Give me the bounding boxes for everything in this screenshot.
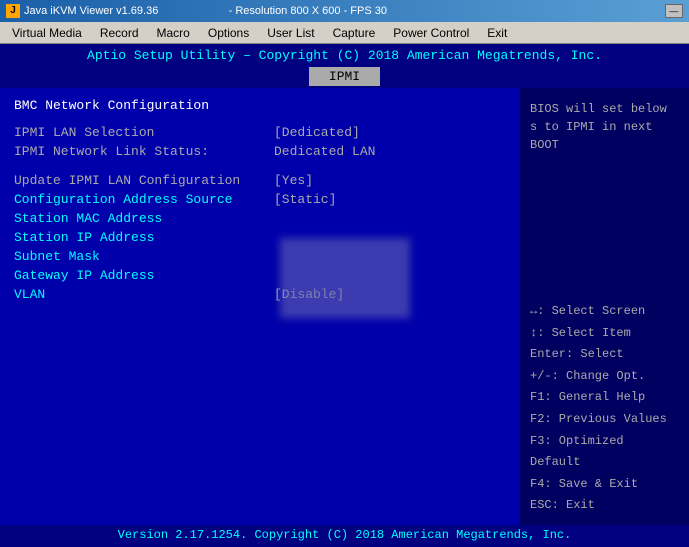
key-esc: ESC: Exit xyxy=(530,495,679,517)
key-f2: F2: Previous Values xyxy=(530,409,679,431)
row-network-link-status: IPMI Network Link Status: Dedicated LAN xyxy=(14,144,506,159)
key-help: ↔: Select Screen ↕: Select Item Enter: S… xyxy=(530,301,679,517)
bios-footer: Version 2.17.1254. Copyright (C) 2018 Am… xyxy=(0,525,689,547)
value-update-ipmi-lan: [Yes] xyxy=(274,173,313,188)
app-icon: J xyxy=(6,4,20,18)
label-ipmi-lan-selection: IPMI LAN Selection xyxy=(14,125,274,140)
label-config-address-source: Configuration Address Source xyxy=(14,192,274,207)
key-enter: Enter: Select xyxy=(530,344,679,366)
bios-content: BMC Network Configuration IPMI LAN Selec… xyxy=(0,88,689,525)
menu-user-list[interactable]: User List xyxy=(259,24,322,42)
row-vlan: VLAN [Disable] xyxy=(14,287,506,302)
key-f1: F1: General Help xyxy=(530,387,679,409)
menu-exit[interactable]: Exit xyxy=(479,24,515,42)
right-panel: BIOS will set below s to IPMI in next BO… xyxy=(520,88,689,525)
tab-ipmi[interactable]: IPMI xyxy=(309,67,380,86)
key-select-screen: ↔: Select Screen xyxy=(530,301,679,323)
label-station-mac: Station MAC Address xyxy=(14,211,274,226)
redacted-area xyxy=(280,238,410,318)
title-bar-left: J Java iKVM Viewer v1.69.36 - Resolution… xyxy=(6,4,387,18)
row-subnet-mask: Subnet Mask xyxy=(14,249,506,264)
label-vlan: VLAN xyxy=(14,287,274,302)
label-network-link-status: IPMI Network Link Status: xyxy=(14,144,274,159)
menu-power-control[interactable]: Power Control xyxy=(385,24,477,42)
bios-header: Aptio Setup Utility – Copyright (C) 2018… xyxy=(0,44,689,65)
title-bar: J Java iKVM Viewer v1.69.36 - Resolution… xyxy=(0,0,689,22)
value-config-address-source: [Static] xyxy=(274,192,336,207)
menu-bar: Virtual Media Record Macro Options User … xyxy=(0,22,689,44)
row-station-mac: Station MAC Address xyxy=(14,211,506,226)
tab-bar: IPMI xyxy=(0,65,689,88)
left-panel: BMC Network Configuration IPMI LAN Selec… xyxy=(0,88,520,525)
label-station-ip: Station IP Address xyxy=(14,230,274,245)
menu-options[interactable]: Options xyxy=(200,24,257,42)
row-station-ip: Station IP Address xyxy=(14,230,506,245)
row-update-ipmi-lan: Update IPMI LAN Configuration [Yes] xyxy=(14,173,506,188)
minimize-button[interactable]: — xyxy=(665,4,683,18)
key-f4: F4: Save & Exit xyxy=(530,474,679,496)
label-update-ipmi-lan: Update IPMI LAN Configuration xyxy=(14,173,274,188)
key-change-opt: +/-: Change Opt. xyxy=(530,366,679,388)
menu-macro[interactable]: Macro xyxy=(149,24,198,42)
menu-capture[interactable]: Capture xyxy=(325,24,384,42)
bios-window: Aptio Setup Utility – Copyright (C) 2018… xyxy=(0,44,689,547)
row-ipmi-lan-selection: IPMI LAN Selection [Dedicated] xyxy=(14,125,506,140)
key-f3: F3: Optimized Default xyxy=(530,431,679,474)
value-ipmi-lan-selection: [Dedicated] xyxy=(274,125,360,140)
row-config-address-source: Configuration Address Source [Static] xyxy=(14,192,506,207)
title-bar-controls: — xyxy=(665,4,683,18)
label-subnet-mask: Subnet Mask xyxy=(14,249,274,264)
key-select-item: ↕: Select Item xyxy=(530,323,679,345)
row-gateway-ip: Gateway IP Address xyxy=(14,268,506,283)
label-gateway-ip: Gateway IP Address xyxy=(14,268,274,283)
menu-record[interactable]: Record xyxy=(92,24,147,42)
help-text: BIOS will set below s to IPMI in next BO… xyxy=(530,96,679,154)
section-title: BMC Network Configuration xyxy=(14,98,506,113)
title-bar-text: Java iKVM Viewer v1.69.36 - Resolution 8… xyxy=(24,5,387,17)
value-network-link-status: Dedicated LAN xyxy=(274,144,375,159)
menu-virtual-media[interactable]: Virtual Media xyxy=(4,24,90,42)
